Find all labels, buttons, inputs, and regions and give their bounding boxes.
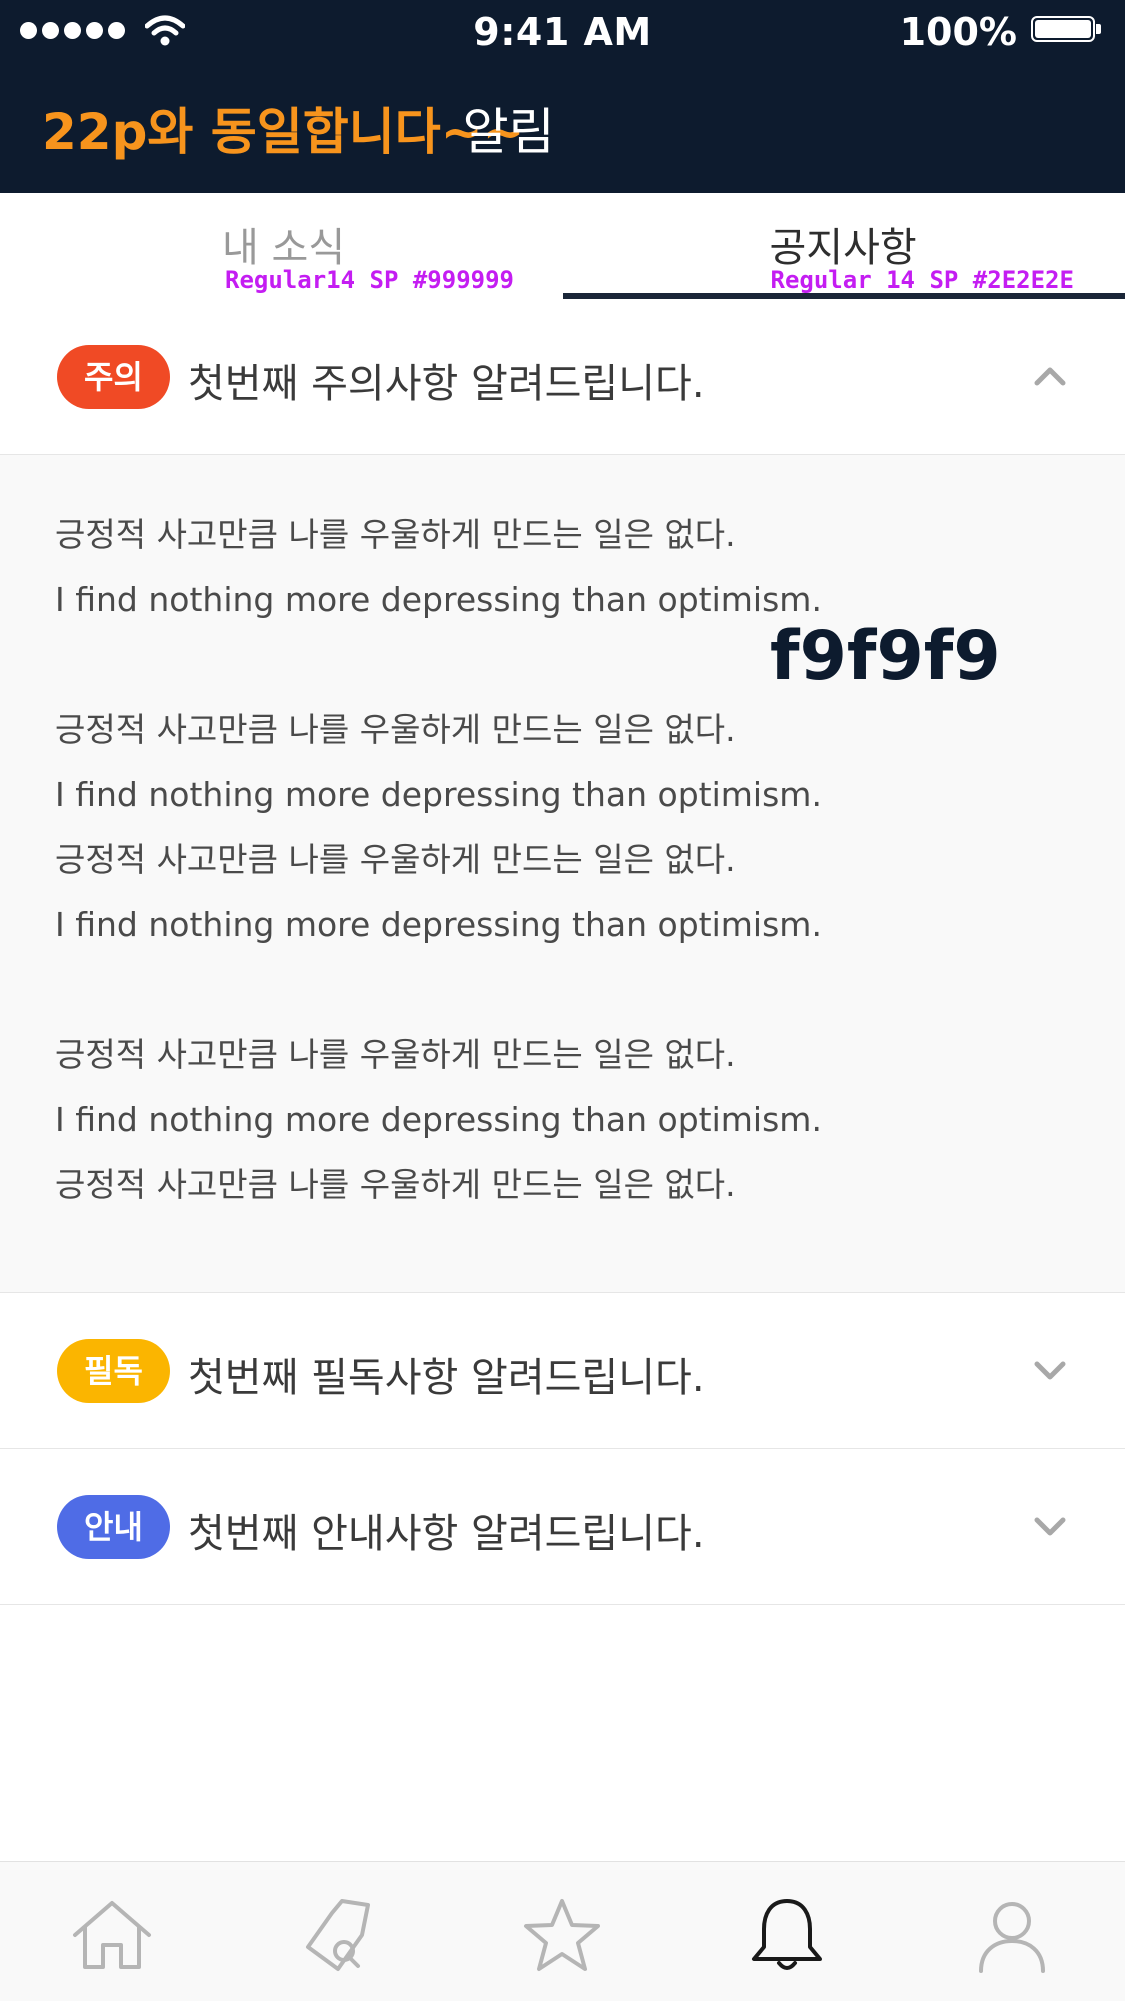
notice-title: 첫번째 필독사항 알려드립니다. bbox=[188, 1355, 705, 1401]
tag-search-icon bbox=[306, 1899, 370, 1971]
bottom-navigation bbox=[0, 1861, 1125, 2001]
battery-percentage: 100% bbox=[899, 10, 1017, 54]
home-icon bbox=[73, 1901, 151, 1969]
tab-label: 공지사항 bbox=[769, 225, 917, 271]
notice-content-text: 긍정적 사고만큼 나를 우울하게 만드는 일은 없다. I find nothin… bbox=[55, 502, 822, 1217]
notice-badge: 안내 bbox=[57, 1495, 170, 1559]
nav-notifications[interactable] bbox=[742, 1895, 832, 1975]
notice-content-line: 긍정적 사고만큼 나를 우울하게 만드는 일은 없다. bbox=[55, 515, 736, 554]
notice-badge: 주의 bbox=[57, 345, 170, 409]
tab-spec-note: Regular14 SP #999999 bbox=[225, 266, 514, 294]
notice-badge: 필독 bbox=[57, 1339, 170, 1403]
notice-content-line: 긍정적 사고만큼 나를 우울하게 만드는 일은 없다. bbox=[55, 1165, 736, 1204]
notice-title: 첫번째 안내사항 알려드립니다. bbox=[188, 1511, 705, 1557]
battery-icon bbox=[1031, 16, 1103, 46]
page-title: 알림 bbox=[462, 103, 555, 161]
notice-item-info[interactable]: 안내 첫번째 안내사항 알려드립니다. bbox=[0, 1449, 1125, 1605]
nav-search[interactable] bbox=[292, 1895, 382, 1975]
chevron-up-icon[interactable] bbox=[1033, 361, 1067, 391]
notice-content-line: I find nothing more depressing than opti… bbox=[55, 775, 822, 814]
notice-content-line: 긍정적 사고만큼 나를 우울하게 만드는 일은 없다. bbox=[55, 840, 736, 879]
tab-spec-note: Regular 14 SP #2E2E2E bbox=[770, 266, 1074, 294]
nav-home[interactable] bbox=[67, 1895, 157, 1975]
tab-notices[interactable]: 공지사항 Regular 14 SP #2E2E2E bbox=[562, 193, 1125, 299]
design-annotation: 22p와 동일합니다~~ bbox=[42, 103, 525, 161]
page-title-area: 22p와 동일합니다~~알림 bbox=[42, 92, 555, 164]
notice-content-line: I find nothing more depressing than opti… bbox=[55, 1100, 822, 1139]
user-icon bbox=[979, 1902, 1045, 1973]
app-header: 9:41 AM 100% 22p와 동일합니다~~알림 bbox=[0, 0, 1125, 193]
bell-icon bbox=[752, 1899, 822, 1970]
status-bar: 9:41 AM 100% bbox=[0, 0, 1125, 64]
notice-title: 첫번째 주의사항 알려드립니다. bbox=[188, 361, 705, 407]
nav-profile[interactable] bbox=[967, 1895, 1057, 1975]
notice-content-line: 긍정적 사고만큼 나를 우울하게 만드는 일은 없다. bbox=[55, 1035, 736, 1074]
chevron-down-icon[interactable] bbox=[1033, 1511, 1067, 1541]
background-color-annotation: f9f9f9 bbox=[770, 617, 1001, 696]
notice-content: 긍정적 사고만큼 나를 우울하게 만드는 일은 없다. I find nothin… bbox=[0, 455, 1125, 1293]
star-icon bbox=[524, 1899, 600, 1971]
chevron-down-icon[interactable] bbox=[1033, 1355, 1067, 1385]
notice-content-line: I find nothing more depressing than opti… bbox=[55, 580, 822, 619]
tab-bar: 내 소식 Regular14 SP #999999 공지사항 Regular 1… bbox=[0, 193, 1125, 299]
nav-favorites[interactable] bbox=[517, 1895, 607, 1975]
notice-item-must-read[interactable]: 필독 첫번째 필독사항 알려드립니다. bbox=[0, 1293, 1125, 1449]
notice-content-line: 긍정적 사고만큼 나를 우울하게 만드는 일은 없다. bbox=[55, 710, 736, 749]
tab-my-news[interactable]: 내 소식 Regular14 SP #999999 bbox=[0, 193, 563, 299]
notice-item-caution[interactable]: 주의 첫번째 주의사항 알려드립니다. bbox=[0, 299, 1125, 455]
tab-label: 내 소식 bbox=[222, 225, 346, 271]
notice-content-line: I find nothing more depressing than opti… bbox=[55, 905, 822, 944]
